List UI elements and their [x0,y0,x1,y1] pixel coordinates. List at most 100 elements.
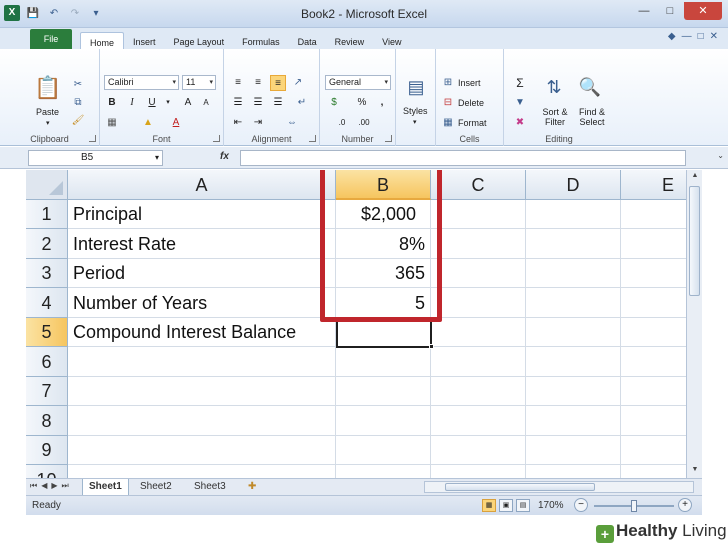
grid-cell[interactable] [431,436,526,465]
column-header-e[interactable]: E [621,170,686,200]
format-cells-icon[interactable]: ▦ [440,115,456,131]
grid-cell[interactable] [621,318,686,347]
grow-font-button[interactable]: A [180,95,196,111]
worksheet-grid[interactable]: A B C D E 1 2 3 4 5 6 7 8 9 10 Principal… [26,170,686,478]
fill-color-icon[interactable]: ▲ [140,115,156,131]
cell-a1[interactable]: Principal [68,200,336,229]
zoom-in-icon[interactable]: + [678,498,692,512]
grid-cell[interactable] [431,259,526,288]
grid-cell[interactable] [336,436,431,465]
cell-a2[interactable]: Interest Rate [68,229,336,259]
sheet-tab-3[interactable]: Sheet3 [188,479,232,495]
grid-cell[interactable] [68,465,336,478]
grid-cell[interactable] [431,406,526,436]
italic-button[interactable]: I [124,95,140,111]
prev-sheet-icon[interactable]: ◀ [41,481,47,491]
sort-filter-label[interactable]: Sort & Filter [538,107,572,127]
select-all-button[interactable] [26,170,68,200]
decrease-indent-icon[interactable]: ⇤ [230,115,246,131]
fill-handle[interactable] [429,344,434,349]
grid-cell[interactable] [431,229,526,259]
grid-cell[interactable] [431,200,526,229]
ribbon-restore-icon[interactable]: □ [698,31,704,42]
ribbon-close-icon[interactable]: ✕ [710,31,718,42]
font-color-button[interactable]: A [168,115,184,131]
cut-icon[interactable]: ✂ [70,77,86,93]
normal-view-icon[interactable]: ▦ [482,499,496,512]
align-top-icon[interactable]: ≡ [230,75,246,91]
first-sheet-icon[interactable]: ⏮ [30,481,37,491]
row-header-6[interactable]: 6 [26,347,68,377]
wrap-text-icon[interactable]: ↵ [294,95,310,111]
underline-dropdown-icon[interactable]: ▾ [160,95,176,111]
find-select-icon[interactable]: 🔍 [578,77,602,98]
grid-cell[interactable] [526,406,621,436]
grid-cell[interactable] [621,259,686,288]
help-icon[interactable]: ◆ [668,31,676,42]
percent-button[interactable]: % [354,95,370,111]
row-header-8[interactable]: 8 [26,406,68,436]
orientation-icon[interactable]: ↗ [290,75,306,91]
grid-cell[interactable] [526,200,621,229]
grid-cell[interactable] [68,377,336,406]
row-header-2[interactable]: 2 [26,229,68,259]
grid-cell[interactable] [431,465,526,478]
zoom-slider-thumb[interactable] [631,500,637,512]
delete-cells-icon[interactable]: ⊟ [440,95,456,111]
minimize-icon[interactable]: — [632,2,656,20]
paste-icon[interactable]: 📋 [34,75,62,103]
grid-cell[interactable] [621,200,686,229]
next-sheet-icon[interactable]: ▶ [51,481,57,491]
sheet-tab-2[interactable]: Sheet2 [134,479,178,495]
grid-cell[interactable] [526,465,621,478]
cell-a4[interactable]: Number of Years [68,288,336,318]
autosum-button[interactable]: Σ [512,75,528,91]
page-layout-view-icon[interactable]: ▣ [499,499,513,512]
ribbon-minimize-icon[interactable]: — [682,31,692,42]
underline-button[interactable]: U [144,95,160,111]
vertical-scroll-thumb[interactable] [689,186,700,296]
number-launcher-icon[interactable] [385,135,392,142]
grid-cell[interactable] [68,436,336,465]
fill-icon[interactable]: ▼ [512,95,528,111]
comma-button[interactable]: , [374,95,390,111]
grid-cell[interactable] [621,436,686,465]
grid-cell[interactable] [336,377,431,406]
active-cell[interactable] [336,318,432,348]
font-name-select[interactable]: Calibri ▾ [104,75,179,90]
grid-cell[interactable] [431,288,526,318]
grid-cell[interactable] [336,465,431,478]
increase-indent-icon[interactable]: ⇥ [250,115,266,131]
cell-a3[interactable]: Period [68,259,336,288]
delete-cells-label[interactable]: Delete [458,98,484,108]
column-header-a[interactable]: A [68,170,336,200]
font-size-select[interactable]: 11 ▾ [182,75,216,90]
styles-dropdown-icon[interactable]: ▾ [413,118,417,126]
grid-cell[interactable] [621,347,686,377]
last-sheet-icon[interactable]: ⏭ [62,481,69,491]
scroll-up-icon[interactable]: ▲ [689,172,701,179]
maximize-icon[interactable]: □ [658,2,682,20]
grid-cell[interactable] [68,406,336,436]
name-box[interactable]: B5 ▾ [28,150,163,166]
column-header-d[interactable]: D [526,170,621,200]
horizontal-scroll-thumb[interactable] [445,483,595,491]
column-header-c[interactable]: C [431,170,526,200]
grid-cell[interactable] [621,465,686,478]
currency-button[interactable]: $ [326,95,342,111]
zoom-level[interactable]: 170% [538,500,564,511]
paste-label[interactable]: Paste [36,107,59,117]
shrink-font-button[interactable]: A [198,95,214,111]
formula-input[interactable] [240,150,686,166]
grid-cell[interactable] [68,347,336,377]
row-header-1[interactable]: 1 [26,200,68,229]
row-header-5[interactable]: 5 [26,318,68,347]
tab-file[interactable]: File [30,29,72,49]
align-center-icon[interactable]: ☰ [250,95,266,111]
grid-cell[interactable] [621,229,686,259]
grid-cell[interactable] [621,288,686,318]
align-right-icon[interactable]: ☰ [270,95,286,111]
grid-cell[interactable] [431,347,526,377]
align-bottom-icon[interactable]: ≡ [270,75,286,91]
row-header-3[interactable]: 3 [26,259,68,288]
